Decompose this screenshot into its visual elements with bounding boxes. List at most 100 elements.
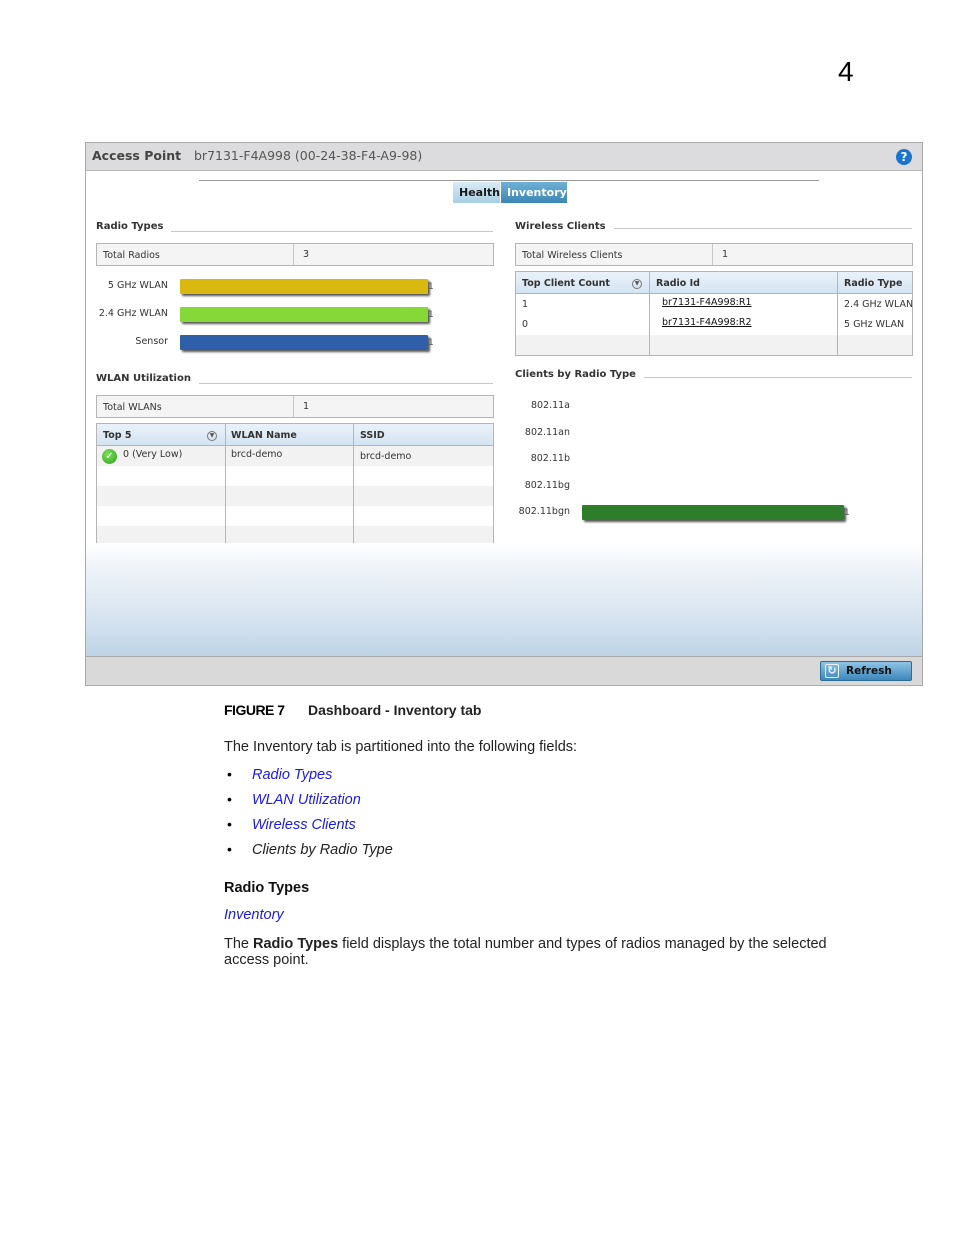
radio-type-bar-label: 2.4 GHz WLAN [98, 308, 168, 319]
total-radios-value: 3 [303, 249, 310, 260]
radio-type-cell: 5 GHz WLAN [844, 319, 905, 330]
radio-types-rule [158, 231, 493, 232]
column-header-radio-type[interactable]: Radio Type [844, 278, 902, 289]
radio-id-link[interactable]: br7131-F4A998:R1 [662, 297, 752, 308]
table-row-empty [97, 506, 493, 526]
ssid-cell: brcd-demo [360, 451, 412, 462]
column-header-top-client-count[interactable]: Top Client Count [522, 278, 610, 289]
radio-type-bar [180, 335, 428, 350]
table-row-empty [97, 486, 493, 506]
figure-number: FIGURE 7 [224, 702, 285, 718]
refresh-button[interactable]: ↻ Refresh [820, 661, 912, 681]
column-header-ssid[interactable]: SSID [360, 430, 385, 441]
radio-type-bar [180, 279, 428, 294]
wlan-utilization-title: WLAN Utilization [96, 373, 199, 384]
radio-type-bar [180, 307, 428, 322]
bullet-link-radio-types[interactable]: Radio Types [252, 767, 332, 783]
total-wireless-clients-value: 1 [722, 249, 729, 260]
table-row[interactable]: 0 br7131-F4A998:R2 5 GHz WLAN [516, 314, 912, 334]
bullet-icon: • [227, 791, 232, 807]
table-row-empty [97, 466, 493, 486]
bullet-link-wireless-clients[interactable]: Wireless Clients [252, 817, 356, 833]
column-header-wlan-name[interactable]: WLAN Name [231, 430, 297, 441]
sort-dropdown-icon[interactable]: ▼ [632, 279, 642, 289]
clients-radio-type-bar-label: 802.11a [530, 400, 570, 411]
panel-background-gradient [86, 543, 922, 657]
tab-inventory[interactable]: Inventory [501, 182, 567, 203]
wireless-clients-table: 1 br7131-F4A998:R1 2.4 GHz WLAN 0 br7131… [515, 271, 913, 356]
wireless-clients-rule [606, 228, 912, 229]
section-heading: Radio Types [224, 880, 310, 896]
table-header: Top Client Count ▼ Radio Id Radio Type [516, 272, 912, 294]
panel-footer: ↻ Refresh [86, 656, 922, 685]
tab-health[interactable]: Health [453, 182, 500, 203]
figure-title: Dashboard - Inventory tab [308, 702, 482, 718]
total-wireless-clients-label: Total Wireless Clients [522, 250, 623, 261]
bullet-clients-by-radio-type: Clients by Radio Type [252, 842, 393, 858]
column-separator [225, 424, 226, 549]
clients-by-radio-type-rule [631, 377, 912, 378]
wlan-name-cell: brcd-demo [231, 449, 283, 460]
bullet-icon: • [227, 766, 232, 782]
radio-id-link[interactable]: br7131-F4A998:R2 [662, 317, 752, 328]
body-paragraph: The Radio Types field displays the total… [224, 936, 844, 968]
clients-by-radio-type-title: Clients by Radio Type [515, 369, 644, 380]
check-circle-icon: ✓ [102, 449, 117, 464]
total-wlans-label: Total WLANs [103, 402, 162, 413]
client-count-cell: 0 [522, 319, 529, 330]
total-wireless-clients-box: Total Wireless Clients 1 [515, 243, 913, 266]
radio-type-bar-value: 1 [428, 310, 434, 320]
clients-radio-type-bar-label: 802.11bg [524, 479, 570, 491]
radio-type-cell: 2.4 GHz WLAN [844, 299, 913, 310]
radio-type-bar-label: Sensor [135, 336, 168, 347]
chapter-number: 4 [838, 56, 854, 87]
access-point-label: Access Point [92, 148, 182, 163]
column-separator [837, 272, 838, 355]
wireless-clients-title: Wireless Clients [515, 221, 614, 232]
help-icon[interactable]: ? [896, 149, 912, 165]
wlan-utilization-rule [181, 383, 493, 384]
refresh-label: Refresh [846, 665, 892, 677]
body-line1: field displays the total number and type… [338, 936, 827, 952]
body-line2: access point. [224, 952, 309, 968]
total-radios-separator [293, 244, 294, 265]
bullet-link-wlan-utilization[interactable]: WLAN Utilization [252, 792, 361, 808]
access-point-name: br7131-F4A998 (00-24-38-F4-A9-98) [194, 148, 423, 163]
table-row-empty [516, 335, 912, 355]
tabbar-divider [199, 180, 819, 181]
client-count-cell: 1 [522, 299, 529, 310]
radio-type-bar-label: 5 GHz WLAN [107, 280, 168, 291]
refresh-icon: ↻ [825, 664, 839, 678]
total-wlans-box: Total WLANs 1 [96, 395, 494, 418]
total-wireless-clients-separator [712, 244, 713, 265]
sort-dropdown-icon[interactable]: ▼ [207, 431, 217, 441]
bullet-icon: • [227, 816, 232, 832]
table-row[interactable]: 1 br7131-F4A998:R1 2.4 GHz WLAN [516, 294, 912, 314]
column-header-radio-id[interactable]: Radio Id [656, 278, 700, 289]
radio-type-bar-value: 1 [428, 338, 434, 348]
bullet-icon: • [227, 841, 232, 857]
total-wlans-separator [293, 396, 294, 417]
intro-paragraph: The Inventory tab is partitioned into th… [224, 739, 578, 755]
total-radios-label: Total Radios [103, 250, 160, 261]
body-prefix: The [224, 936, 254, 952]
total-wlans-value: 1 [303, 401, 310, 412]
clients-radio-type-bar-label: 802.11an [524, 426, 570, 438]
figure-caption: FIGURE 7 Dashboard - Inventory tab [224, 702, 481, 718]
radio-types-title: Radio Types [96, 221, 172, 232]
dashboard-screenshot-panel: Access Point br7131-F4A998 (00-24-38-F4-… [85, 142, 923, 686]
wlan-utilization-table: ✓ 0 (Very Low) brcd-demo brcd-demo Top 5… [96, 423, 494, 550]
clients-radio-type-bar-label: 802.11b [530, 453, 570, 464]
clients-radio-type-bar-value: 1 [844, 508, 850, 518]
column-separator [649, 272, 650, 355]
inventory-link[interactable]: Inventory [224, 907, 284, 923]
top5-cell: 0 (Very Low) [123, 449, 183, 460]
table-row[interactable]: ✓ 0 (Very Low) brcd-demo brcd-demo [97, 446, 493, 466]
clients-radio-type-bar-label: 802.11bgn [518, 506, 570, 517]
column-header-top5[interactable]: Top 5 [103, 430, 131, 441]
radio-type-bar-value: 1 [428, 282, 434, 292]
total-radios-box: Total Radios 3 [96, 243, 494, 266]
column-separator [353, 424, 354, 549]
table-header: Top 5 ▼ WLAN Name SSID [97, 424, 493, 446]
body-bold-term: Radio Types [253, 936, 339, 952]
